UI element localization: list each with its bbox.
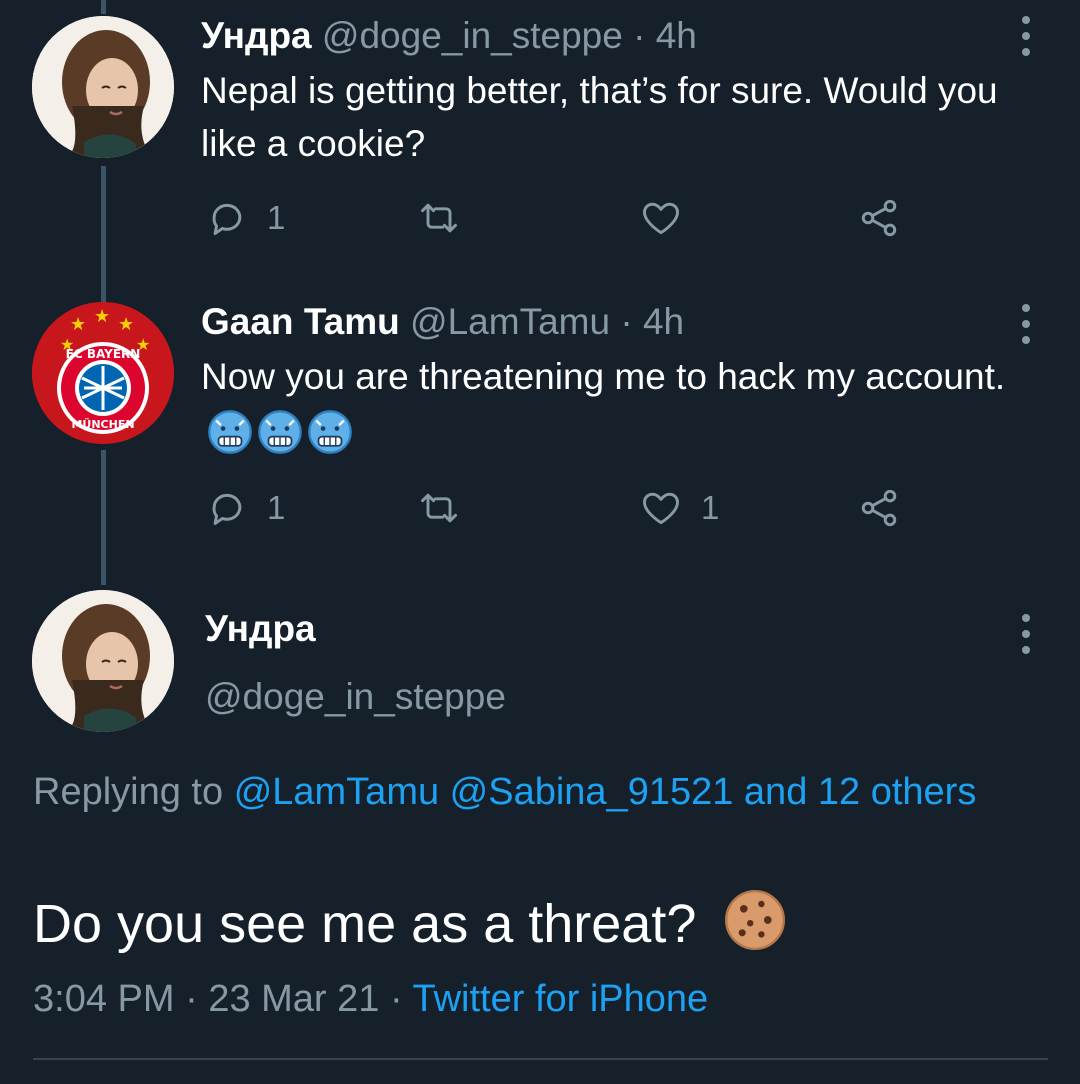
- like-button[interactable]: 1: [639, 486, 719, 530]
- main-user-handle[interactable]: @doge_in_steppe: [205, 676, 506, 718]
- more-vertical-icon[interactable]: [1016, 304, 1036, 344]
- tweet-meta: 3:04 PM · 23 Mar 21 · Twitter for iPhone: [33, 978, 708, 1021]
- heart-icon: [643, 202, 679, 235]
- reply-icon: [212, 493, 242, 526]
- heart-icon: [643, 492, 679, 525]
- tweet-text: Now you are threatening me to hack my ac…: [201, 350, 1041, 456]
- display-name[interactable]: Ундра: [201, 15, 312, 56]
- share-icon: [861, 199, 897, 237]
- main-display-name[interactable]: Ундра: [205, 608, 316, 650]
- replying-to: Replying to @LamTamu @Sabina_91521 and 1…: [33, 765, 1023, 819]
- retweet-button[interactable]: [417, 486, 479, 530]
- share-icon: [861, 489, 897, 527]
- main-tweet-text-content: Do you see me as a threat?: [33, 894, 697, 954]
- svg-text:★: ★: [94, 306, 110, 327]
- reply-mentions-link[interactable]: @LamTamu @Sabina_91521 and 12 others: [234, 771, 977, 813]
- tweet-item[interactable]: Ундра @doge_in_steppe · 4h Nepal is gett…: [0, 0, 1080, 290]
- reply-button[interactable]: 1: [205, 486, 285, 530]
- retweet-icon: [421, 493, 457, 523]
- more-vertical-icon[interactable]: [1016, 16, 1036, 56]
- badge-top-text: FC BAYERN: [66, 347, 141, 361]
- svg-text:★: ★: [118, 314, 134, 335]
- tweet-time[interactable]: 4h: [656, 15, 697, 56]
- separator: ·: [633, 15, 646, 56]
- separator: ·: [185, 978, 198, 1020]
- separator: ·: [620, 301, 633, 342]
- tweet-header: Ундра @doge_in_steppe · 4h: [201, 14, 697, 58]
- cookie-emoji-icon: [725, 890, 786, 950]
- reply-icon: [212, 203, 242, 236]
- retweet-icon: [421, 203, 457, 233]
- tweet-text-content: Now you are threatening me to hack my ac…: [201, 356, 1006, 397]
- divider: [33, 1058, 1048, 1060]
- like-button[interactable]: [639, 196, 701, 240]
- cold-face-emoji-icon: [258, 410, 302, 455]
- share-button[interactable]: [857, 196, 901, 240]
- tweet-date: 23 Mar 21: [208, 978, 380, 1020]
- user-handle[interactable]: @LamTamu: [410, 301, 610, 342]
- tweet-time[interactable]: 4h: [643, 301, 684, 342]
- tweet-item[interactable]: ★ ★ ★ ★ ★ FC BAYERN MÜNCHEN Gaan Tamu @L…: [0, 300, 1080, 585]
- user-handle[interactable]: @doge_in_steppe: [322, 15, 623, 56]
- replying-prefix: Replying to: [33, 771, 224, 813]
- reply-count: 1: [267, 199, 286, 236]
- tweet-timestamp: 3:04 PM: [33, 978, 175, 1020]
- cold-face-emoji-icon: [208, 410, 252, 455]
- badge-bottom-text: MÜNCHEN: [71, 417, 134, 431]
- retweet-button[interactable]: [417, 196, 479, 240]
- more-vertical-icon[interactable]: [1016, 614, 1036, 654]
- cold-face-emoji-icon: [308, 410, 352, 455]
- tweet-thread: Ундра @doge_in_steppe · 4h Nepal is gett…: [0, 0, 1080, 1084]
- main-tweet-text: Do you see me as a threat?: [33, 888, 787, 958]
- avatar[interactable]: [32, 16, 174, 158]
- avatar[interactable]: [32, 590, 174, 732]
- display-name[interactable]: Gaan Tamu: [201, 301, 400, 342]
- svg-text:★: ★: [70, 314, 86, 335]
- tweet-actions: 1 1: [201, 486, 921, 534]
- emoji-group: [207, 409, 353, 455]
- reply-count: 1: [267, 489, 286, 526]
- share-button[interactable]: [857, 486, 901, 530]
- separator: ·: [389, 978, 403, 1020]
- tweet-source-link[interactable]: Twitter for iPhone: [413, 978, 709, 1020]
- reply-button[interactable]: 1: [205, 196, 285, 240]
- tweet-actions: 1: [201, 196, 921, 244]
- tweet-header: Gaan Tamu @LamTamu · 4h: [201, 300, 684, 344]
- avatar[interactable]: ★ ★ ★ ★ ★ FC BAYERN MÜNCHEN: [32, 302, 174, 444]
- like-count: 1: [701, 489, 720, 526]
- tweet-text: Nepal is getting better, that’s for sure…: [201, 70, 998, 164]
